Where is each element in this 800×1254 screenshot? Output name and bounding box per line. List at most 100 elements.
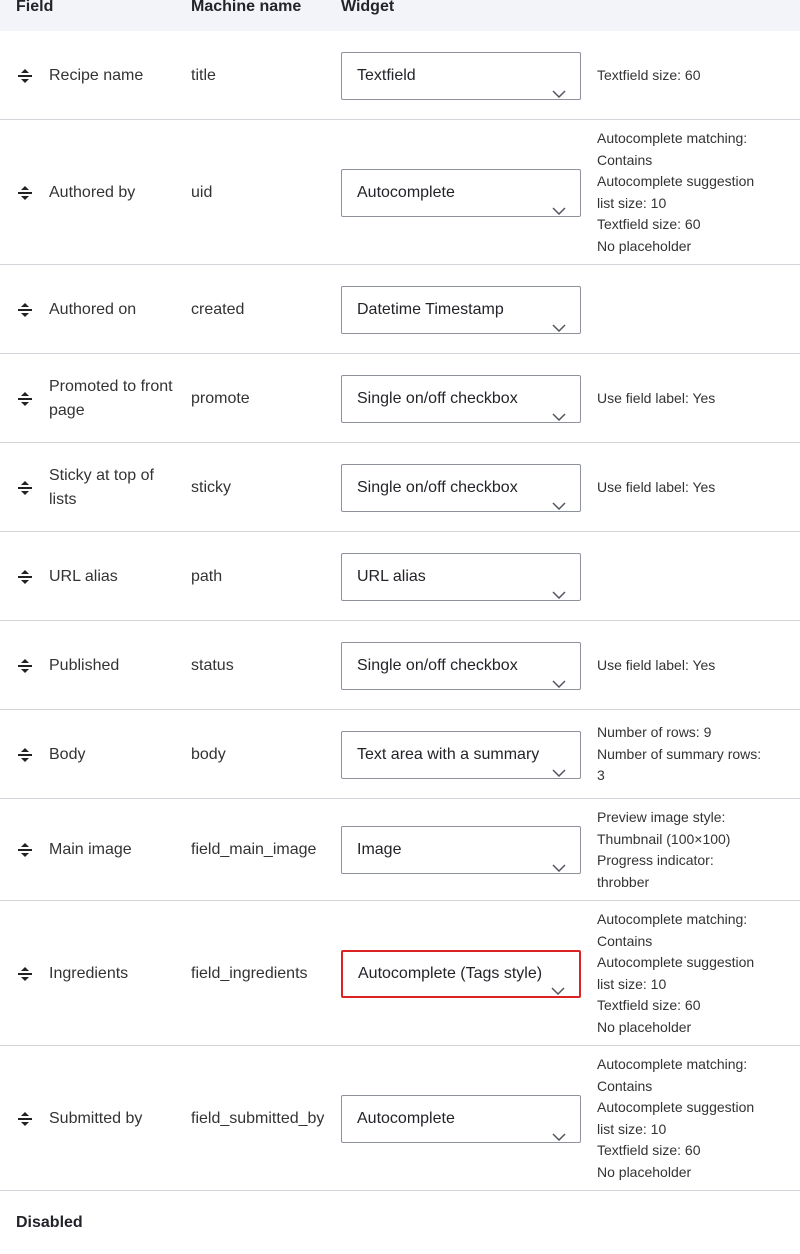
chevron-down-icon [552, 661, 566, 688]
header-field: Field [16, 0, 54, 15]
widget-select[interactable]: URL alias [341, 552, 581, 601]
table-row: Recipe name title Textfield Textfield si… [0, 31, 800, 120]
summary-line: Autocomplete matching: [597, 130, 748, 146]
machine-name: uid [191, 183, 213, 201]
field-label: Body [49, 745, 86, 763]
field-label: Recipe name [49, 66, 144, 84]
field-label: Promoted to front page [49, 377, 173, 419]
widget-select-value: Datetime Timestamp [357, 300, 504, 318]
summary-line: Contains [597, 932, 653, 949]
summary-line: No placeholder [597, 1163, 692, 1180]
widget-select[interactable]: Text area with a summary [341, 730, 581, 779]
summary-line: Contains [597, 1077, 653, 1094]
widget-select-value: Single on/off checkbox [357, 478, 518, 496]
field-label: Authored on [49, 300, 137, 318]
disabled-section-heading: Disabled [16, 1214, 83, 1231]
widget-settings-summary: Use field label: Yes [597, 388, 787, 410]
drag-handle-icon[interactable] [17, 658, 33, 673]
summary-line: Contains [597, 151, 653, 168]
field-label: URL alias [49, 567, 118, 585]
chevron-down-icon [552, 845, 566, 873]
widget-select-value: Single on/off checkbox [357, 389, 518, 407]
summary-line: Number of rows: 9 [597, 724, 712, 741]
field-label: Submitted by [49, 1109, 143, 1127]
drag-handle-icon[interactable] [17, 569, 33, 584]
drag-handle-icon[interactable] [17, 185, 33, 200]
field-label: Main image [49, 841, 132, 858]
widget-select[interactable]: Textfield [341, 51, 581, 100]
widget-select[interactable]: Autocomplete [341, 168, 581, 217]
drag-handle-icon[interactable] [17, 68, 33, 83]
widget-select[interactable]: Single on/off checkbox [341, 374, 581, 423]
widget-select-value: Textfield [357, 66, 416, 84]
chevron-down-icon [552, 1114, 566, 1141]
widget-settings-summary: Use field label: Yes [597, 655, 787, 677]
summary-line: Thumbnail (100×100) [597, 830, 731, 847]
widget-settings-summary: Textfield size: 60 [597, 65, 787, 87]
widget-select[interactable]: Autocomplete (Tags style) [341, 949, 581, 998]
widget-select[interactable]: Image [341, 826, 581, 874]
widget-select[interactable]: Autocomplete [341, 1094, 581, 1143]
drag-handle-icon[interactable] [17, 747, 33, 762]
machine-name: created [191, 300, 245, 318]
widget-settings-summary: Preview image style: Thumbnail (100×100) P… [597, 807, 787, 893]
machine-name: field_ingredients [191, 964, 308, 982]
chevron-down-icon [552, 394, 566, 421]
summary-line: Autocomplete suggestion [597, 173, 755, 189]
summary-line: throbber [597, 873, 650, 890]
summary-line: Autocomplete matching: [597, 1056, 748, 1072]
widget-select-value: URL alias [357, 567, 426, 585]
widget-select-value: Autocomplete [357, 183, 455, 201]
drag-handle-icon[interactable] [17, 391, 33, 406]
chevron-down-icon [552, 483, 566, 510]
summary-line: Autocomplete suggestion [597, 954, 755, 970]
table-row: Main image field_main_image Image Previe… [0, 799, 800, 901]
field-label: Ingredients [49, 964, 129, 982]
drag-handle-icon[interactable] [17, 966, 33, 981]
widget-settings-summary: Autocomplete matching: Contains Autocomple… [597, 128, 787, 257]
widget-settings-summary: Autocomplete matching: Contains Autocomple… [597, 909, 787, 1038]
chevron-down-icon [552, 71, 566, 98]
table-row: Promoted to front page promote Single on… [0, 354, 800, 443]
field-label: Sticky at top of lists [49, 466, 154, 508]
widget-select-value: Single on/off checkbox [357, 656, 518, 674]
drag-handle-icon[interactable] [17, 843, 33, 857]
summary-line: Use field label: Yes [597, 478, 716, 495]
widget-select-value: Text area with a summary [357, 745, 540, 763]
summary-line: Use field label: Yes [597, 389, 716, 406]
table-row: Body body Text area with a summary Numbe… [0, 710, 800, 799]
summary-line: Textfield size: 60 [597, 1142, 701, 1158]
drag-handle-icon[interactable] [17, 1111, 33, 1126]
widget-select-value: Autocomplete [357, 1109, 455, 1127]
widget-settings-summary: Autocomplete matching: Contains Autocomple… [597, 1054, 787, 1183]
machine-name: field_main_image [191, 841, 317, 858]
summary-line: Use field label: Yes [597, 656, 716, 673]
drag-handle-icon[interactable] [17, 480, 33, 495]
summary-line: Textfield size: 60 [597, 66, 701, 83]
machine-name: body [191, 745, 226, 763]
header-machine-name: Machine name [191, 0, 302, 15]
table-row: Sticky at top of lists sticky Single on/… [0, 443, 800, 532]
summary-line: 3 [597, 767, 605, 784]
chevron-down-icon [552, 305, 566, 332]
widget-select[interactable]: Single on/off checkbox [341, 463, 581, 512]
header-widget: Widget [341, 0, 395, 15]
drag-handle-icon[interactable] [17, 302, 33, 317]
table-row: URL alias path URL alias [0, 532, 800, 621]
widget-select-value: Autocomplete (Tags style) [358, 964, 543, 982]
summary-line: No placeholder [597, 1018, 692, 1035]
field-label: Authored by [49, 183, 136, 201]
summary-line: No placeholder [597, 237, 692, 254]
summary-line: Autocomplete suggestion [597, 1099, 755, 1115]
summary-line: list size: 10 [597, 194, 667, 211]
summary-line: Textfield size: 60 [597, 216, 701, 232]
table-header: Field Machine name Widget [0, 0, 800, 31]
summary-line: list size: 10 [597, 975, 667, 992]
chevron-down-icon [552, 188, 566, 215]
widget-select[interactable]: Single on/off checkbox [341, 641, 581, 690]
summary-line: Number of summary rows: [597, 745, 762, 762]
table-row: Submitted by field_submitted_by Autocomp… [0, 1046, 800, 1191]
field-label: Published [49, 656, 120, 674]
widget-select[interactable]: Datetime Timestamp [341, 285, 581, 334]
chevron-down-icon [551, 969, 565, 995]
